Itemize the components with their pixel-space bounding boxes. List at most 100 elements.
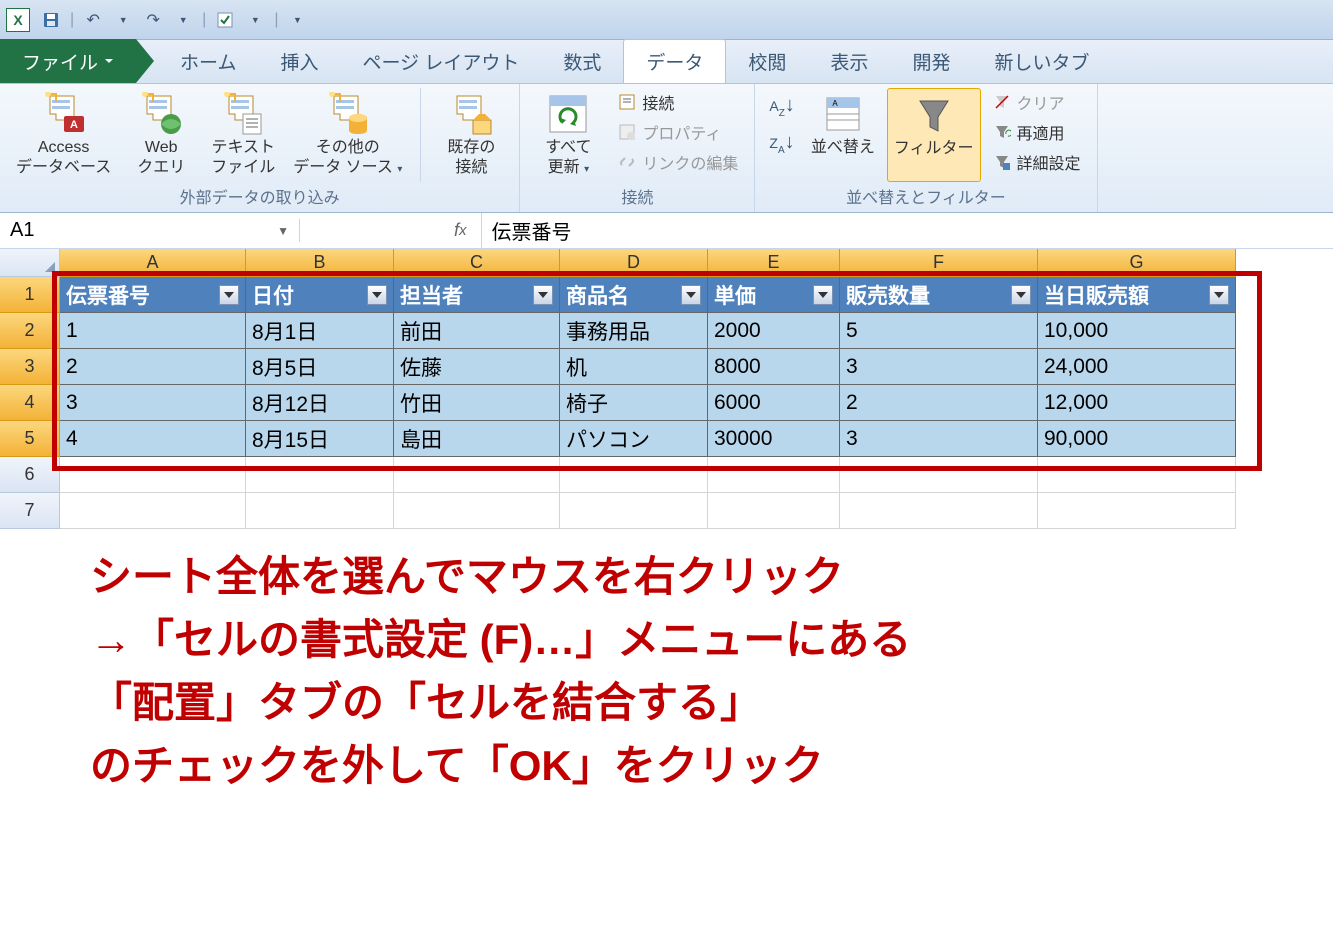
select-all-button[interactable] bbox=[0, 249, 60, 277]
checkbox-dropdown-icon[interactable]: ▼ bbox=[243, 8, 267, 32]
cell[interactable]: 当日販売額 bbox=[1038, 277, 1236, 313]
cell[interactable]: 1 bbox=[60, 313, 246, 349]
cell[interactable]: 竹田 bbox=[394, 385, 560, 421]
cell[interactable] bbox=[60, 493, 246, 529]
tab-file[interactable]: ファイル bbox=[0, 39, 136, 83]
cell[interactable]: 3 bbox=[60, 385, 246, 421]
save-icon[interactable] bbox=[39, 8, 63, 32]
cell[interactable] bbox=[560, 493, 708, 529]
cell[interactable] bbox=[840, 457, 1038, 493]
other-sources-button[interactable]: その他の データ ソース ▾ bbox=[287, 88, 408, 182]
name-box[interactable]: A1▼ bbox=[0, 219, 300, 242]
tab-insert[interactable]: 挿入 bbox=[258, 40, 340, 83]
filter-dropdown-icon[interactable] bbox=[681, 285, 701, 305]
column-header[interactable]: B bbox=[246, 249, 394, 277]
column-header[interactable]: F bbox=[840, 249, 1038, 277]
cell[interactable]: 机 bbox=[560, 349, 708, 385]
cell[interactable]: 4 bbox=[60, 421, 246, 457]
web-query-button[interactable]: Web クエリ bbox=[123, 88, 199, 182]
row-header[interactable]: 1 bbox=[0, 277, 60, 313]
cell[interactable] bbox=[246, 457, 394, 493]
cell[interactable] bbox=[1038, 457, 1236, 493]
column-header[interactable]: E bbox=[708, 249, 840, 277]
tab-new[interactable]: 新しいタブ bbox=[972, 40, 1111, 83]
tab-page-layout[interactable]: ページ レイアウト bbox=[340, 40, 541, 83]
formula-input[interactable]: 伝票番号 bbox=[482, 216, 1333, 245]
row-header[interactable]: 2 bbox=[0, 313, 60, 349]
connections-button[interactable]: 接続 bbox=[612, 88, 744, 116]
cell[interactable]: 10,000 bbox=[1038, 313, 1236, 349]
cell[interactable]: 2 bbox=[840, 385, 1038, 421]
fx-label[interactable]: fx bbox=[440, 213, 482, 248]
cell[interactable]: 30000 bbox=[708, 421, 840, 457]
undo-icon[interactable]: ↶ bbox=[81, 8, 105, 32]
reapply-button[interactable]: 再適用 bbox=[987, 118, 1087, 146]
cell[interactable]: 8000 bbox=[708, 349, 840, 385]
text-file-button[interactable]: テキスト ファイル bbox=[205, 88, 281, 182]
chevron-down-icon[interactable]: ▼ bbox=[277, 224, 289, 238]
cell[interactable]: 5 bbox=[840, 313, 1038, 349]
cell[interactable]: 前田 bbox=[394, 313, 560, 349]
sort-button[interactable]: AZ 並べ替え bbox=[805, 88, 881, 182]
cell[interactable] bbox=[1038, 493, 1236, 529]
cell[interactable] bbox=[394, 457, 560, 493]
cell[interactable]: 商品名 bbox=[560, 277, 708, 313]
row-header[interactable]: 6 bbox=[0, 457, 60, 493]
qat-customize-icon[interactable]: ▼ bbox=[285, 8, 309, 32]
filter-dropdown-icon[interactable] bbox=[367, 285, 387, 305]
cell[interactable]: 8月15日 bbox=[246, 421, 394, 457]
cell[interactable]: 島田 bbox=[394, 421, 560, 457]
access-button[interactable]: A Access データベース bbox=[10, 88, 117, 182]
cell[interactable] bbox=[246, 493, 394, 529]
cell[interactable]: 椅子 bbox=[560, 385, 708, 421]
cell[interactable]: 日付 bbox=[246, 277, 394, 313]
cell[interactable] bbox=[708, 493, 840, 529]
advanced-filter-button[interactable]: 詳細設定 bbox=[987, 148, 1087, 176]
cell[interactable]: 伝票番号 bbox=[60, 277, 246, 313]
tab-formulas[interactable]: 数式 bbox=[541, 40, 623, 83]
redo-icon[interactable]: ↷ bbox=[141, 8, 165, 32]
filter-dropdown-icon[interactable] bbox=[219, 285, 239, 305]
cell[interactable] bbox=[560, 457, 708, 493]
cell[interactable]: 担当者 bbox=[394, 277, 560, 313]
filter-button[interactable]: フィルター bbox=[887, 88, 981, 182]
cell[interactable]: 事務用品 bbox=[560, 313, 708, 349]
cell[interactable]: 3 bbox=[840, 349, 1038, 385]
cell[interactable]: 単価 bbox=[708, 277, 840, 313]
cell[interactable]: パソコン bbox=[560, 421, 708, 457]
filter-dropdown-icon[interactable] bbox=[1011, 285, 1031, 305]
row-header[interactable]: 7 bbox=[0, 493, 60, 529]
cell[interactable]: 佐藤 bbox=[394, 349, 560, 385]
tab-review[interactable]: 校閲 bbox=[726, 40, 808, 83]
cell[interactable]: 90,000 bbox=[1038, 421, 1236, 457]
cell[interactable] bbox=[60, 457, 246, 493]
existing-connections-button[interactable]: 既存の 接続 bbox=[433, 88, 509, 182]
row-header[interactable]: 5 bbox=[0, 421, 60, 457]
tab-home[interactable]: ホーム bbox=[158, 40, 258, 83]
cell[interactable]: 6000 bbox=[708, 385, 840, 421]
undo-dropdown-icon[interactable]: ▼ bbox=[111, 8, 135, 32]
cell[interactable]: 2000 bbox=[708, 313, 840, 349]
checkbox-icon[interactable] bbox=[213, 8, 237, 32]
tab-data[interactable]: データ bbox=[623, 39, 726, 83]
cell[interactable] bbox=[394, 493, 560, 529]
cell[interactable]: 12,000 bbox=[1038, 385, 1236, 421]
redo-dropdown-icon[interactable]: ▼ bbox=[171, 8, 195, 32]
cell[interactable]: 販売数量 bbox=[840, 277, 1038, 313]
filter-dropdown-icon[interactable] bbox=[813, 285, 833, 305]
cell[interactable]: 8月5日 bbox=[246, 349, 394, 385]
filter-dropdown-icon[interactable] bbox=[533, 285, 553, 305]
cell[interactable]: 8月1日 bbox=[246, 313, 394, 349]
tab-view[interactable]: 表示 bbox=[808, 40, 890, 83]
tab-developer[interactable]: 開発 bbox=[890, 40, 972, 83]
cell[interactable]: 3 bbox=[840, 421, 1038, 457]
column-header[interactable]: G bbox=[1038, 249, 1236, 277]
row-header[interactable]: 4 bbox=[0, 385, 60, 421]
column-header[interactable]: C bbox=[394, 249, 560, 277]
filter-dropdown-icon[interactable] bbox=[1209, 285, 1229, 305]
cell[interactable] bbox=[708, 457, 840, 493]
row-header[interactable]: 3 bbox=[0, 349, 60, 385]
column-header[interactable]: D bbox=[560, 249, 708, 277]
sort-asc-button[interactable]: AZ↓ bbox=[769, 94, 794, 119]
cell[interactable]: 2 bbox=[60, 349, 246, 385]
